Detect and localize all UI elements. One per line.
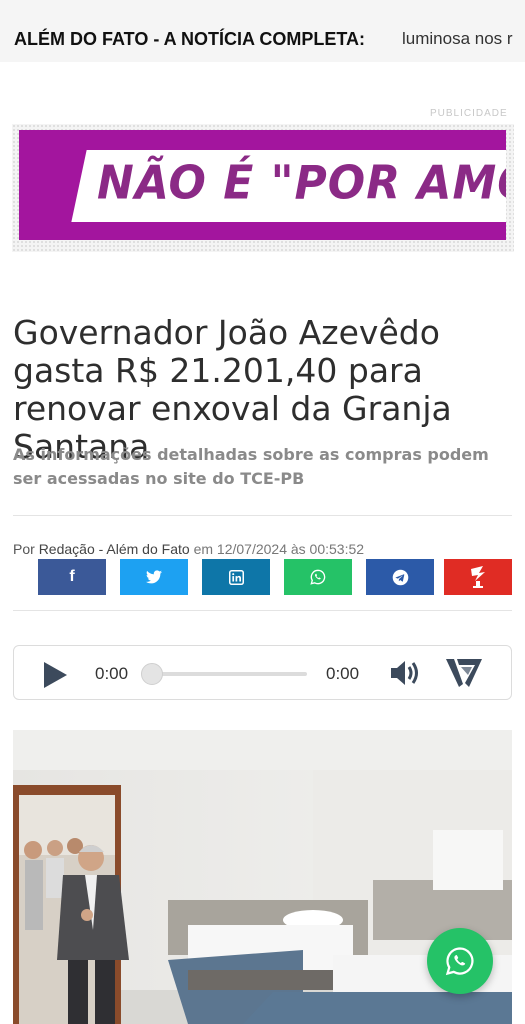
ticker-label: ALÉM DO FATO - A NOTÍCIA COMPLETA:: [14, 29, 365, 49]
linkedin-icon: [228, 569, 244, 585]
share-whatsapp-button[interactable]: [284, 559, 352, 595]
byline-date: 12/07/2024 às 00:53:52: [216, 541, 365, 557]
audio-player: 0:00 0:00: [13, 645, 512, 700]
divider: [13, 515, 512, 516]
divider: [13, 610, 512, 611]
share-telegram-button[interactable]: [366, 559, 434, 595]
share-flipboard-button[interactable]: [444, 559, 512, 595]
progress-slider[interactable]: [151, 672, 307, 676]
share-linkedin-button[interactable]: [202, 559, 270, 595]
duration-time: 0:00: [326, 664, 360, 683]
article-subtitle: As informações detalhadas sobre as compr…: [13, 445, 489, 488]
advertisement-banner[interactable]: NÃO É "POR AMOR", É C: [19, 130, 506, 240]
ticker-headline[interactable]: luminosa nos r: [402, 29, 513, 49]
flipboard-icon: [471, 566, 485, 588]
whatsapp-icon: [310, 569, 326, 585]
telegram-icon: [392, 569, 408, 585]
whatsapp-icon: [445, 947, 474, 976]
byline-author[interactable]: Redação - Além do Fato: [39, 541, 190, 557]
byline-date-prefix: em: [193, 541, 214, 557]
play-icon[interactable]: [44, 662, 67, 688]
twitter-icon: [146, 570, 162, 584]
whatsapp-float-button[interactable]: [427, 928, 493, 994]
share-facebook-button[interactable]: f: [38, 559, 106, 595]
player-brand-icon[interactable]: [445, 656, 483, 690]
article-byline: Por Redação - Além do Fato em 12/07/2024…: [13, 541, 364, 557]
advertisement-label: PUBLICIDADE: [430, 108, 508, 119]
share-twitter-button[interactable]: [120, 559, 188, 595]
banner-text: NÃO É "POR AMOR", É C: [97, 156, 506, 211]
byline-prefix: Por: [13, 541, 35, 557]
progress-thumb[interactable]: [141, 663, 163, 685]
news-ticker: ALÉM DO FATO - A NOTÍCIA COMPLETA: lumin…: [0, 0, 525, 62]
current-time: 0:00: [95, 664, 129, 683]
facebook-icon: f: [69, 568, 75, 585]
volume-icon[interactable]: [389, 658, 423, 688]
